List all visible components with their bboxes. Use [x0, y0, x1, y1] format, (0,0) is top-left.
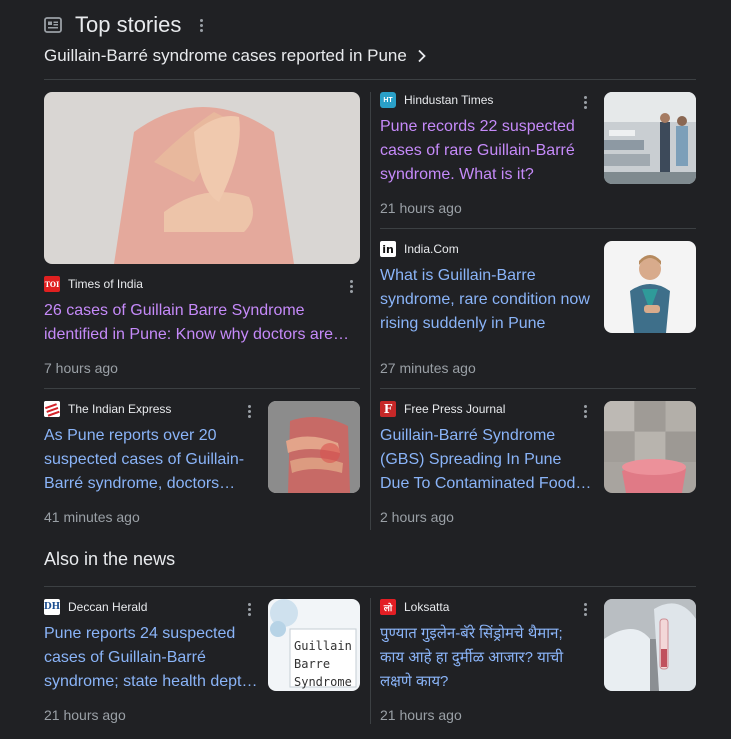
divider [44, 586, 696, 587]
story-time: 41 minutes ago [44, 509, 140, 525]
topic-label: Guillain-Barré syndrome cases reported i… [44, 46, 407, 65]
story-headline: Pune reports 24 suspected cases of Guill… [44, 622, 260, 694]
divider [44, 388, 360, 389]
source-name: Free Press Journal [404, 402, 506, 416]
source-name: Deccan Herald [68, 600, 148, 614]
source-name: India.Com [404, 242, 459, 256]
headline-line: पुण्यात गुइलेन-बॅरे सिंड्रोमचे थैमान; [380, 625, 563, 642]
chevron-right-icon [418, 49, 426, 63]
divider [380, 228, 696, 229]
more-vert-icon[interactable] [579, 402, 591, 420]
topic-link[interactable]: Guillain-Barré syndrome cases reported i… [44, 44, 427, 68]
headline-line: rising suddenly in Pune [380, 315, 546, 332]
deccan-herald-logo: DH [44, 599, 60, 615]
story-image [604, 92, 696, 184]
source-name: Hindustan Times [404, 93, 494, 107]
section-title: Top stories [75, 12, 182, 37]
column-divider [370, 598, 371, 724]
thumb-line: Guillain [294, 639, 352, 653]
story-time: 21 hours ago [380, 200, 462, 216]
more-vert-icon[interactable] [243, 402, 255, 420]
hindustan-times-logo: HT [380, 92, 396, 108]
story-image [268, 401, 360, 493]
story-headline: Guillain-Barré Syndrome (GBS) Spreading … [380, 424, 594, 496]
story-source: in India.Com [380, 241, 459, 257]
story-headline: पुण्यात गुइलेन-बॅरे सिंड्रोमचे थैमान; का… [380, 622, 596, 694]
story-time: 7 hours ago [44, 360, 118, 376]
also-in-the-news-heading: Also in the news [44, 549, 176, 569]
more-vert-icon[interactable] [579, 600, 591, 618]
headline-line: Guillain-Barré Syndrome [380, 427, 556, 444]
story-time: 2 hours ago [380, 509, 454, 525]
more-vert-icon[interactable] [243, 600, 255, 618]
story-time: 21 hours ago [380, 707, 462, 723]
story-time: 21 hours ago [44, 707, 126, 723]
story-headline: 26 cases of Guillain Barre Syndrome iden… [44, 299, 352, 347]
headline-line: लक्षणे काय? [380, 673, 449, 690]
headline-line: (GBS) Spreading In Pune [380, 451, 562, 468]
more-vert-icon[interactable] [195, 16, 207, 34]
story-source: DH Deccan Herald [44, 599, 147, 615]
newspaper-icon [44, 17, 62, 33]
thumb-line: Barre [294, 657, 331, 671]
headline-line: Barré syndrome, doctors… [44, 475, 236, 492]
story-headline: Pune records 22 suspected cases of rare … [380, 115, 594, 187]
story-image: Guillain Barre Syndrome [268, 599, 360, 691]
story-source: The Indian Express [44, 401, 171, 417]
headline-line: What is Guillain-Barre [380, 267, 536, 284]
story-time: 27 minutes ago [380, 360, 476, 376]
indian-express-icon [44, 401, 60, 417]
times-of-india-logo: TOI [44, 276, 60, 292]
headline-line: syndrome; state health dept… [44, 673, 258, 690]
more-vert-icon[interactable] [345, 277, 357, 295]
thumb-text: Guillain Barre Syndrome [294, 637, 352, 691]
story-headline: As Pune reports over 20 suspected cases … [44, 424, 258, 496]
headline-line: cases of Guillain-Barré [44, 649, 206, 666]
headline-line: Pune records 22 suspected [380, 118, 575, 135]
story-source: HT Hindustan Times [380, 92, 493, 108]
more-vert-icon[interactable] [579, 93, 591, 111]
divider [380, 388, 696, 389]
headline-line: काय आहे हा दुर्मीळ आजार? याची [380, 649, 564, 666]
story-image [604, 401, 696, 493]
story-image [44, 92, 360, 264]
india-com-logo: in [380, 241, 396, 257]
headline-line: Due To Contaminated Food… [380, 475, 592, 492]
story-image [604, 241, 696, 333]
source-name: Times of India [68, 277, 143, 291]
story-image [604, 599, 696, 691]
divider [44, 79, 696, 80]
source-name: The Indian Express [68, 402, 172, 416]
headline-line: As Pune reports over 20 [44, 427, 217, 444]
headline-line: syndrome. What is it? [380, 166, 534, 183]
headline-line: 26 cases of Guillain Barre Syndrome [44, 302, 305, 319]
headline-line: Pune reports 24 suspected [44, 625, 236, 642]
indian-express-logo [44, 401, 60, 417]
free-press-journal-logo: F [380, 401, 396, 417]
story-headline: What is Guillain-Barre syndrome, rare co… [380, 264, 596, 336]
headline-line: suspected cases of Guillain- [44, 451, 245, 468]
story-source: लो Loksatta [380, 599, 449, 615]
column-divider [370, 92, 371, 530]
headline-line: cases of rare Guillain-Barré [380, 142, 575, 159]
story-source: TOI Times of India [44, 276, 143, 292]
thumb-line: Syndrome [294, 675, 352, 689]
top-stories-header: Top stories [44, 11, 207, 39]
source-name: Loksatta [404, 600, 450, 614]
headline-line: identified in Pune: Know why doctors are… [44, 326, 350, 343]
story-source: F Free Press Journal [380, 401, 505, 417]
loksatta-logo: लो [380, 599, 396, 615]
headline-line: syndrome, rare condition now [380, 291, 590, 308]
